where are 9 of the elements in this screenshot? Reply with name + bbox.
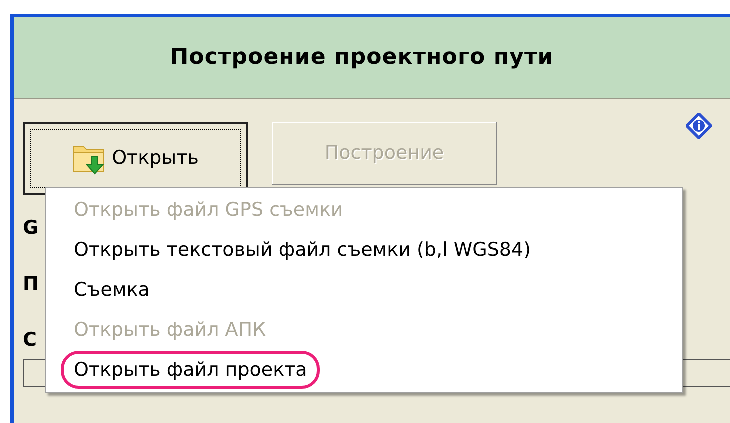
open-button[interactable]: Открыть [23, 122, 248, 195]
field-label: G [23, 217, 39, 239]
field-label: П [23, 273, 39, 295]
info-icon[interactable] [686, 113, 712, 139]
menu-item[interactable]: Открыть файл проекта [61, 350, 320, 390]
menu-item[interactable]: Съемка [74, 276, 150, 304]
menu-item[interactable]: Открыть текстовый файл съемки (b,l WGS84) [74, 236, 531, 264]
field-label: С [23, 329, 37, 351]
window-title: Построение проектного пути [170, 44, 554, 72]
